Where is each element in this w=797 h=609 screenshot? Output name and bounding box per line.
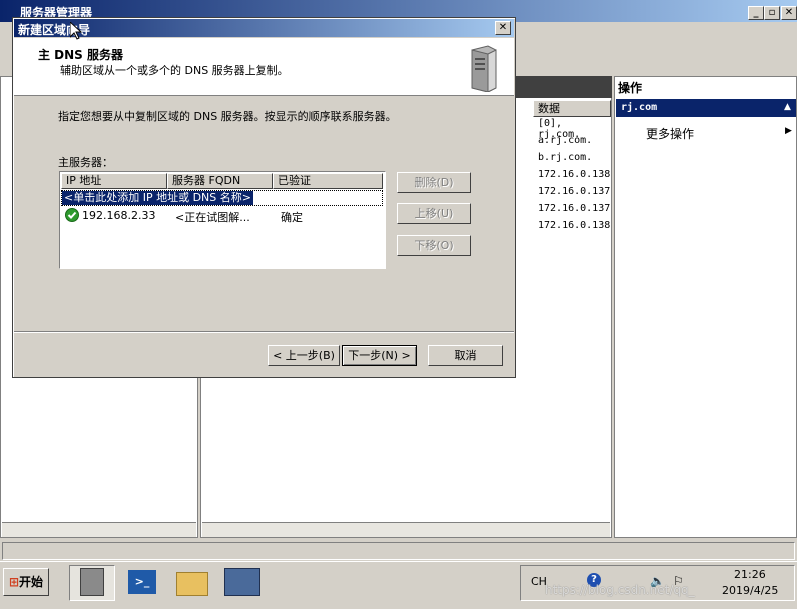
mouse-cursor-icon — [69, 20, 83, 43]
clock-time[interactable]: 21:26 — [734, 568, 766, 581]
cancel-button[interactable]: 取消 — [428, 345, 503, 366]
status-bar — [2, 542, 795, 560]
watermark-text: https://blog.csdn.net/qq_ — [545, 583, 695, 597]
actions-section-label: rj.com — [621, 102, 658, 113]
data-row: a.rj.com. — [538, 135, 593, 146]
data-column-header[interactable]: 数据 — [533, 100, 611, 117]
wizard-close-button[interactable]: ✕ — [495, 21, 511, 35]
wizard-separator — [14, 331, 514, 333]
wizard-instruction: 指定您想要从中复制区域的 DNS 服务器。按显示的顺序联系服务器。 — [58, 110, 397, 123]
content-hscroll[interactable] — [202, 522, 610, 537]
server-tower-icon — [466, 42, 498, 93]
row-ip: 192.168.2.33 — [82, 209, 156, 222]
data-column: [0], rj.com. a.rj.com. b.rj.com. 172.16.… — [538, 118, 610, 237]
start-button[interactable]: ⊞开始 — [3, 568, 49, 596]
network-computer-icon[interactable] — [224, 568, 260, 596]
move-down-button[interactable]: 下移(O) — [397, 235, 471, 256]
data-row: [0], rj.com. — [538, 118, 581, 140]
explorer-folder-icon[interactable] — [176, 572, 208, 596]
windows-logo-icon: ⊞ — [8, 575, 20, 589]
move-up-button[interactable]: 上移(U) — [397, 203, 471, 224]
wizard-header-title: 主 DNS 服务器 — [38, 48, 124, 62]
close-button[interactable]: ✕ — [781, 6, 797, 20]
minimize-button[interactable]: _ — [748, 6, 764, 20]
more-actions-item[interactable]: 更多操作 — [646, 125, 694, 142]
row-fqdn: <正在试图解... — [175, 211, 250, 224]
column-header-verified[interactable]: 已验证 — [273, 173, 383, 189]
column-header-ip[interactable]: IP 地址 — [61, 173, 167, 189]
wizard-header-subtitle: 辅助区域从一个或多个的 DNS 服务器上复制。 — [60, 64, 289, 77]
clock-date[interactable]: 2019/4/25 — [722, 584, 778, 597]
column-header-fqdn[interactable]: 服务器 FQDN — [167, 173, 273, 189]
add-server-placeholder[interactable]: <单击此处添加 IP 地址或 DNS 名称> — [62, 191, 253, 205]
server-manager-icon — [80, 568, 104, 596]
check-icon — [65, 208, 79, 222]
row-verified: 确定 — [281, 211, 303, 224]
data-row: 172.16.0.137 — [538, 186, 611, 197]
submenu-arrow-icon: ▶ — [785, 126, 792, 136]
data-row: 172.16.0.138 — [538, 169, 611, 180]
actions-title: 操作 — [618, 81, 643, 95]
data-row: 172.16.0.137 — [538, 203, 611, 214]
actions-pane — [614, 76, 797, 538]
back-button[interactable]: < 上一步(B) — [268, 345, 340, 366]
maximize-button[interactable]: ▫ — [764, 6, 780, 20]
tree-hscroll[interactable] — [2, 522, 196, 537]
powershell-icon[interactable]: >_ — [128, 570, 156, 594]
collapse-arrow-icon[interactable]: ▲ — [784, 102, 791, 112]
next-button[interactable]: 下一步(N) > — [342, 345, 417, 366]
data-row: b.rj.com. — [538, 152, 593, 163]
start-label: 开始 — [19, 575, 44, 589]
delete-button[interactable]: 删除(D) — [397, 172, 471, 193]
server-list-label: 主服务器： — [58, 156, 113, 169]
data-row: 172.16.0.138 — [538, 220, 611, 231]
